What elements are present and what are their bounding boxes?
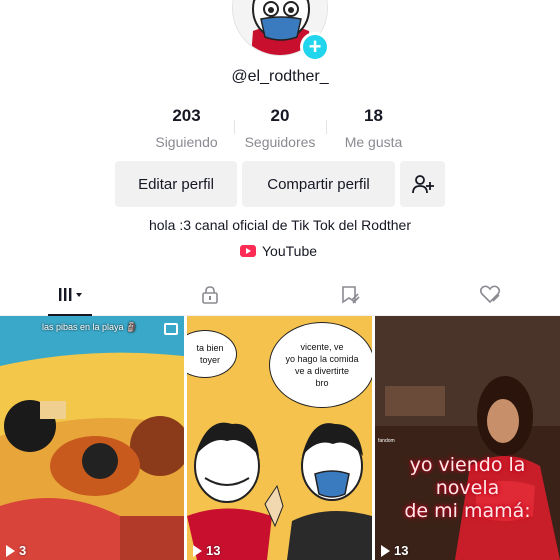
stat-following-label: Siguiendo — [155, 134, 218, 150]
video-grid: las pibas en la playa 🗿 3 ta bien toyer … — [0, 316, 560, 560]
view-count-value: 13 — [394, 543, 409, 558]
watermark-text: fandom — [378, 438, 395, 444]
view-count: 3 — [6, 543, 26, 558]
play-icon — [193, 544, 202, 557]
lock-icon — [202, 285, 218, 304]
tab-favorites[interactable] — [280, 274, 420, 315]
stat-following-count: 203 — [172, 106, 201, 125]
view-count-value: 13 — [206, 543, 221, 558]
profile-stats: 203 Siguiendo 20 Seguidores 18 Me gusta — [140, 106, 420, 150]
youtube-label: YouTube — [262, 243, 318, 259]
tab-private[interactable] — [140, 274, 280, 315]
bookmark-icon — [342, 285, 360, 304]
stat-likes-label: Me gusta — [344, 134, 403, 150]
add-user-icon — [411, 175, 434, 194]
speech-bubble-right: vicente, ve yo hago la comida ve a diver… — [269, 322, 372, 408]
tab-videos[interactable] — [0, 274, 140, 315]
stat-divider — [233, 120, 235, 134]
tab-liked[interactable] — [420, 274, 560, 315]
video-caption: las pibas en la playa 🗿 — [42, 322, 138, 332]
view-count: 13 — [381, 543, 408, 558]
photo-icon — [164, 323, 178, 335]
video-thumbnail[interactable]: las pibas en la playa 🗿 3 — [0, 316, 184, 560]
video-thumbnail[interactable]: ta bien toyer vicente, ve yo hago la com… — [187, 316, 372, 560]
share-profile-button[interactable]: Compartir perfil — [242, 161, 395, 207]
meme-text: yo viendo la novela de mi mamá: — [404, 454, 531, 522]
profile-avatar-container[interactable]: + — [232, 0, 330, 62]
stat-following[interactable]: 203 Siguiendo — [140, 106, 233, 150]
view-count-value: 3 — [19, 543, 27, 558]
profile-actions: Editar perfil Compartir perfil — [0, 161, 560, 207]
youtube-icon — [240, 245, 256, 257]
heart-icon — [479, 285, 501, 303]
play-icon — [381, 544, 390, 557]
video-thumbnail[interactable]: fandom yo viendo la novela de mi mamá: 1… — [375, 316, 560, 560]
username: @el_rodther_ — [231, 68, 329, 85]
stat-likes[interactable]: 18 Me gusta — [327, 106, 420, 150]
chevron-down-icon — [76, 292, 82, 297]
add-friend-button[interactable] — [400, 161, 445, 207]
play-icon — [6, 544, 15, 557]
view-count: 13 — [193, 543, 220, 558]
edit-profile-button[interactable]: Editar perfil — [115, 161, 237, 207]
stat-likes-count: 18 — [364, 106, 383, 125]
profile-bio: hola :3 canal oficial de Tik Tok del Rod… — [148, 217, 411, 233]
stat-followers[interactable]: 20 Seguidores — [233, 106, 327, 150]
add-story-plus-icon[interactable]: + — [300, 32, 330, 62]
thumbnail-image — [0, 316, 184, 560]
youtube-link[interactable]: YouTube — [240, 243, 317, 259]
grid-icon — [59, 287, 82, 301]
stat-followers-label: Seguidores — [244, 134, 316, 150]
stat-followers-count: 20 — [270, 106, 290, 125]
thumbnail-image — [375, 316, 560, 560]
profile-tabs — [0, 274, 560, 316]
